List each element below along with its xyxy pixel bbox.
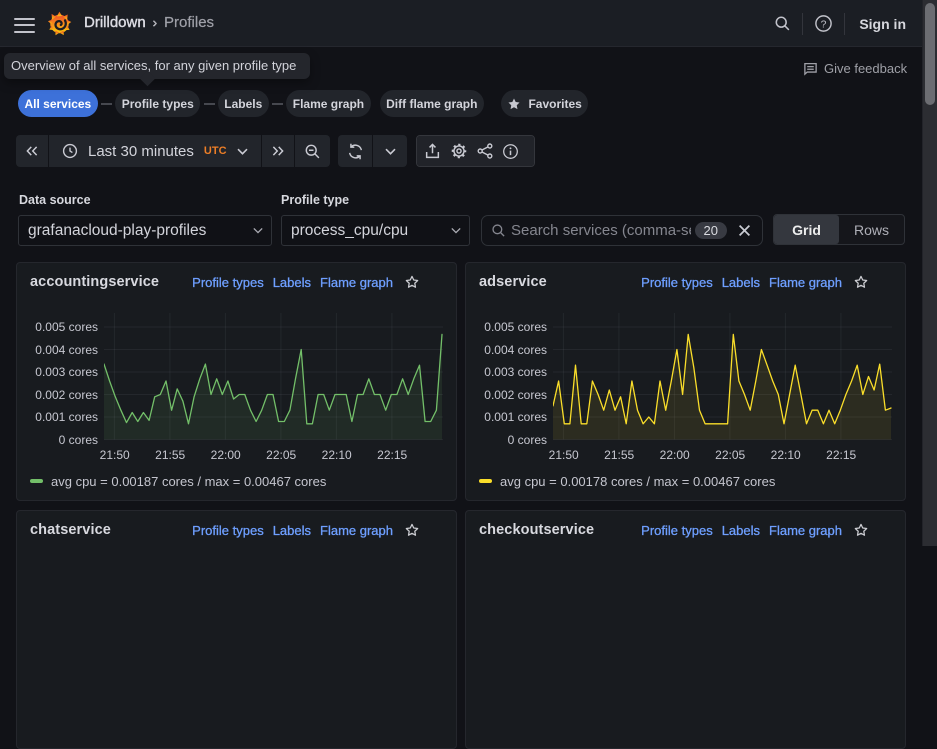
svg-text:?: ? (821, 19, 827, 30)
